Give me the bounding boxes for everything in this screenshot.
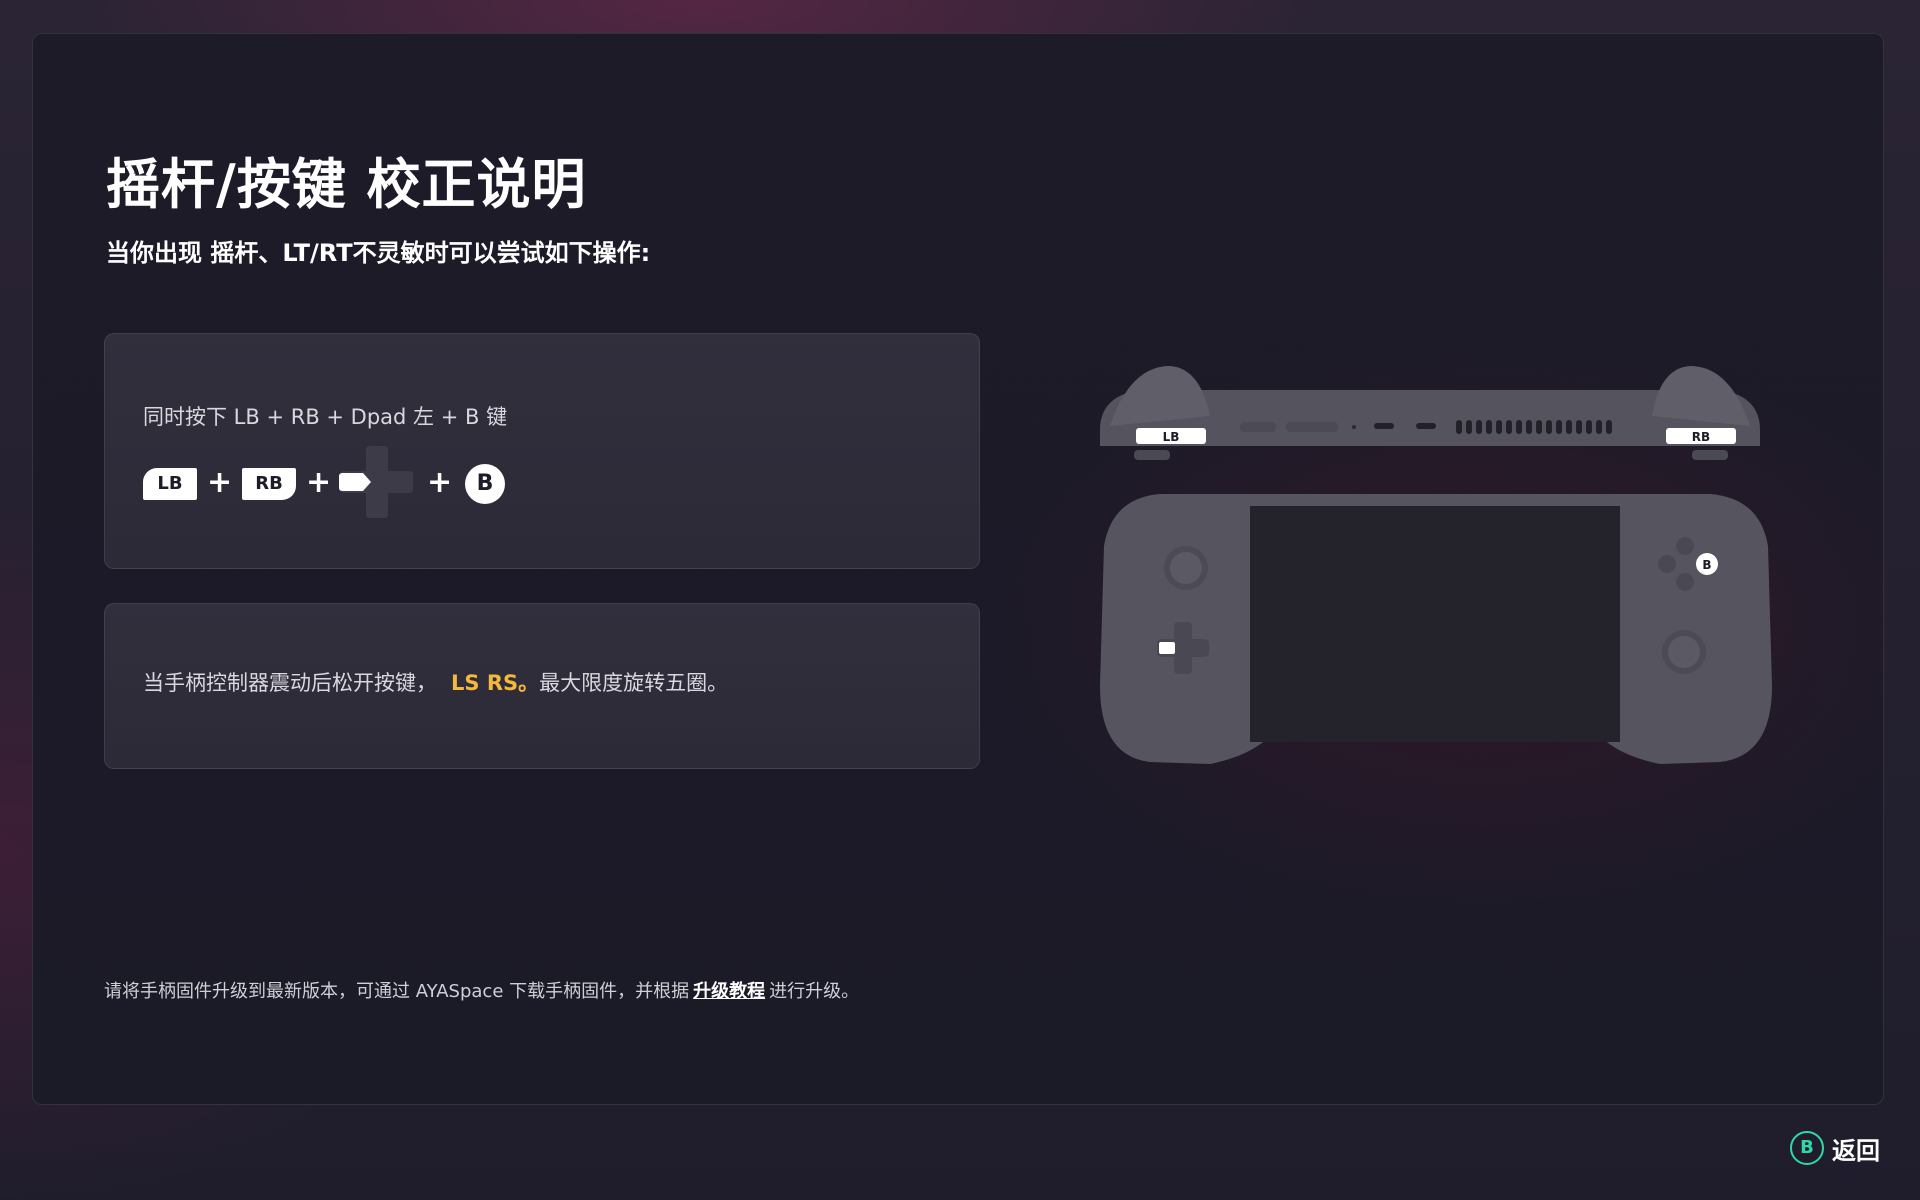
- plus-sign: +: [427, 465, 453, 500]
- back-button[interactable]: B 返回: [1790, 1130, 1880, 1166]
- step2-text-before: 当手柄控制器震动后松开按键，: [143, 671, 437, 695]
- device-illustration: LB RB B: [1100, 366, 1772, 764]
- step2-highlight: LS RS。: [451, 671, 540, 695]
- step-card-1: 同时按下 LB + RB + Dpad 左 + B 键 LB + RB + + …: [104, 333, 980, 569]
- step2-text: 当手柄控制器震动后松开按键， LS RS。最大限度旋转五圈。: [143, 668, 728, 698]
- firmware-note-text: 请将手柄固件升级到最新版本，可通过 AYASpace 下载手柄固件，并根据: [104, 981, 690, 1002]
- button-combo: LB + RB + + B: [143, 446, 543, 518]
- step1-text: 同时按下 LB + RB + Dpad 左 + B 键: [143, 405, 508, 429]
- b-button-icon: B: [465, 464, 505, 504]
- firmware-note-tail: 进行升级。: [769, 981, 860, 1002]
- back-label: 返回: [1832, 1136, 1880, 1165]
- device-rb-label: RB: [1692, 430, 1710, 444]
- back-b-icon: B: [1790, 1131, 1824, 1165]
- step2-text-after: 最大限度旋转五圈。: [539, 671, 729, 695]
- plus-sign: +: [207, 465, 233, 500]
- rb-key-icon: RB: [242, 468, 296, 500]
- step-card-2: 当手柄控制器震动后松开按键， LS RS。最大限度旋转五圈。: [104, 603, 980, 769]
- device-front-view: B: [1100, 494, 1772, 764]
- device-lb-label: LB: [1163, 430, 1180, 444]
- device-top-view: LB RB: [1100, 366, 1760, 460]
- dpad-left-icon: [339, 446, 413, 518]
- page-title: 摇杆/按键 校正说明: [106, 153, 587, 216]
- page-subtitle: 当你出现 摇杆、LT/RT不灵敏时可以尝试如下操作:: [106, 239, 651, 267]
- device-b-label: B: [1702, 558, 1711, 572]
- plus-sign: +: [306, 465, 332, 500]
- firmware-note: 请将手柄固件升级到最新版本，可通过 AYASpace 下载手柄固件，并根据 升级教…: [104, 980, 859, 1004]
- upgrade-tutorial-link[interactable]: 升级教程: [693, 981, 765, 1002]
- lb-key-icon: LB: [143, 468, 197, 500]
